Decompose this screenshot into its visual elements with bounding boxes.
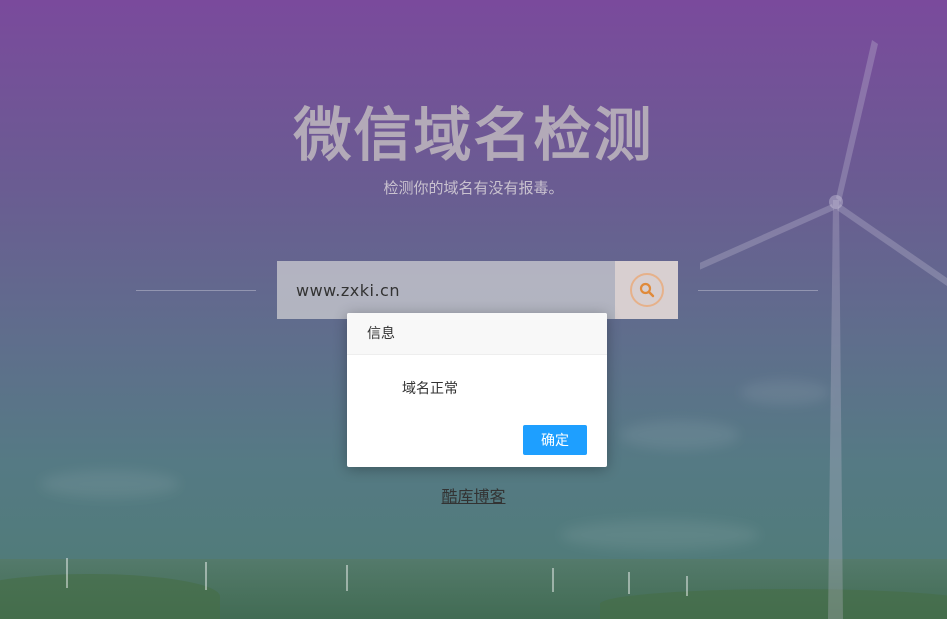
turbine-decoration: [628, 572, 630, 594]
search-button[interactable]: [615, 261, 678, 319]
turbine-decoration: [686, 576, 688, 596]
divider-left: [136, 290, 256, 291]
turbine-decoration: [346, 565, 348, 591]
domain-input[interactable]: [277, 261, 615, 319]
confirm-button[interactable]: 确定: [523, 425, 587, 455]
dialog-message: 域名正常: [402, 381, 458, 397]
page-subtitle: 检测你的域名有没有报毒。: [383, 179, 564, 197]
page-title: 微信域名检测: [293, 101, 654, 169]
dialog-title: 信息: [347, 313, 607, 355]
turbine-decoration: [205, 562, 207, 590]
search-bar: [277, 261, 678, 319]
blog-link[interactable]: 酷库博客: [441, 487, 505, 506]
info-dialog: 信息 域名正常 确定: [347, 313, 607, 467]
search-button-ring: [629, 273, 664, 307]
turbine-decoration: [66, 558, 68, 588]
turbine-decoration: [552, 568, 554, 592]
hill-decoration: [0, 574, 220, 619]
page-background: 微信域名检测 检测你的域名有没有报毒。 酷库博客 信息 域名正常 确定: [0, 0, 947, 619]
divider-right: [698, 290, 818, 291]
blog-link-row: 酷库博客: [0, 483, 947, 507]
search-icon: [639, 282, 654, 298]
